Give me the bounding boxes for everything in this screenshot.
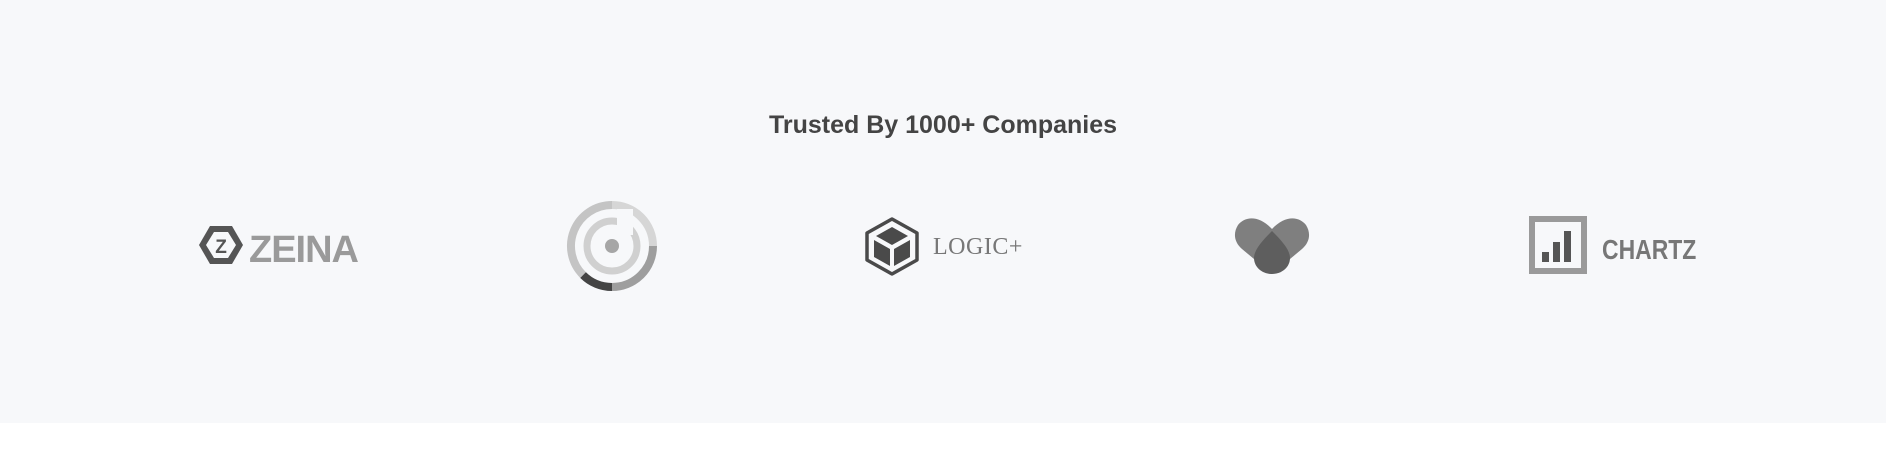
logic-plus-logo: LOGIC+ [864, 216, 1024, 276]
logic-plus-wordmark: LOGIC+ [933, 234, 1023, 260]
heart-logo [1232, 215, 1312, 277]
target-ring-icon [567, 201, 657, 292]
zeina-hexagon-icon: Z [199, 226, 243, 264]
zeina-logo: Z ZEINA [199, 222, 370, 271]
heart-icon [1234, 218, 1310, 274]
cube-icon [865, 217, 919, 276]
zeina-wordmark: ZEINA [249, 229, 359, 271]
zeina-icon-letter: Z [215, 237, 227, 258]
target-ring-logo [567, 201, 657, 292]
bar-chart-icon [1529, 216, 1587, 274]
trusted-by-section: Trusted By 1000+ Companies Z ZEINA LOGIC… [0, 0, 1886, 423]
chartz-wordmark: CHARTZ [1602, 235, 1696, 266]
section-title: Trusted By 1000+ Companies [768, 111, 1118, 139]
chartz-logo: CHARTZ [1529, 216, 1699, 276]
